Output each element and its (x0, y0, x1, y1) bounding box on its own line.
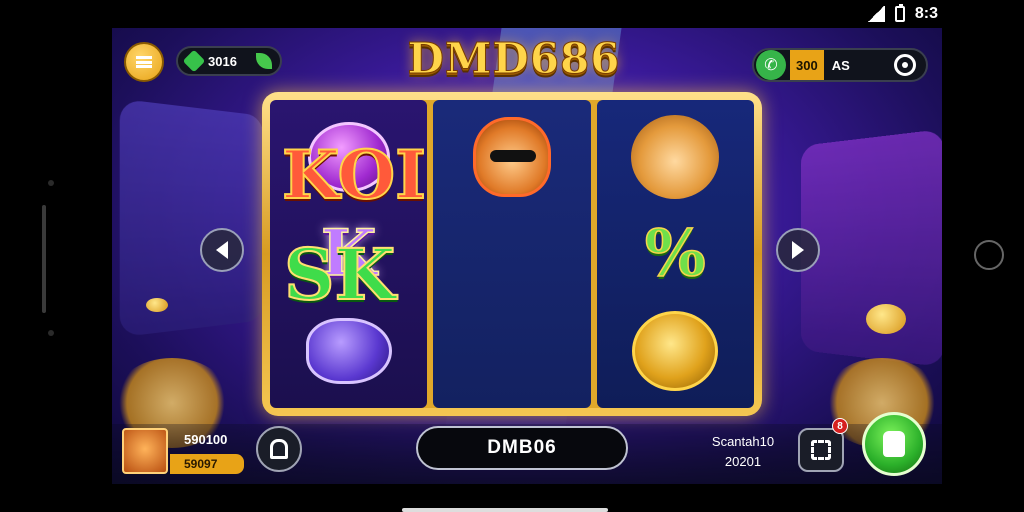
sk-symbol: SK (283, 233, 396, 316)
gem-icon (182, 49, 206, 73)
hand-icon (883, 431, 905, 457)
phone-icon[interactable]: ✆ (756, 50, 786, 80)
balance-value: 3016 (208, 53, 237, 69)
player-avatar[interactable] (122, 428, 168, 474)
game-screen: 3016 DMD686 ✆ 300 AS K % KOI SK 590100 5… (112, 28, 942, 484)
reel-3: % (596, 100, 754, 408)
player-value-1: 590100 (184, 432, 228, 447)
game-logo: DMD686 (407, 34, 621, 84)
background-machine-left (119, 98, 264, 338)
signal-icon (866, 6, 885, 22)
purple-orb-symbol (301, 306, 397, 396)
status-bar: 8:3 (866, 4, 938, 24)
coin-icon (866, 304, 906, 334)
target-icon[interactable] (894, 54, 916, 76)
play-button[interactable] (862, 412, 926, 476)
menu-button[interactable] (124, 42, 164, 82)
right-stats-line-1: Scantah10 (711, 434, 775, 449)
prev-button[interactable] (200, 228, 244, 272)
lock-icon (270, 439, 288, 459)
clock: 8:3 (914, 5, 938, 22)
top-right-value-2: AS (831, 57, 850, 73)
right-stats: Scantah10 20201 (698, 432, 788, 472)
top-right-panel[interactable]: ✆ 300 AS (752, 48, 928, 82)
lion-symbol (627, 112, 723, 202)
fullscreen-icon (811, 440, 831, 460)
background-machine-right (800, 128, 942, 368)
device: 8:3 3016 DMD686 ✆ 300 AS K % KOI SK 5901… (0, 0, 1024, 512)
leaf-icon (256, 53, 272, 69)
chevron-right-icon (792, 241, 804, 259)
koi-symbol: KOI (281, 136, 427, 214)
gesture-bar[interactable] (402, 508, 608, 512)
bottom-bar: 590100 59097 DMB06 Scantah10 20201 8 (112, 412, 942, 484)
player-stats: 590100 59097 (170, 430, 244, 474)
balance-pill[interactable]: 3016 (176, 46, 282, 76)
percent-symbol: % (644, 215, 706, 291)
side-button (42, 205, 46, 313)
battery-icon (894, 4, 905, 22)
player-value-2: 59097 (170, 454, 244, 474)
home-button[interactable] (974, 240, 1004, 270)
right-stats-line-2: 20201 (724, 454, 762, 469)
sensor-dot (48, 330, 54, 336)
next-button[interactable] (776, 228, 820, 272)
gold-coins-symbol (627, 306, 723, 396)
top-right-value-1: 300 (790, 50, 824, 80)
chevron-left-icon (216, 241, 228, 259)
coin-icon (146, 298, 168, 312)
fox-cat-symbol (464, 112, 560, 202)
menu-icon (136, 56, 152, 68)
spin-button[interactable]: DMB06 (416, 426, 628, 470)
reel-2 (433, 100, 591, 408)
lock-button[interactable] (256, 426, 302, 472)
camera-dot (48, 180, 54, 186)
notification-badge: 8 (832, 418, 848, 434)
fullscreen-button[interactable] (798, 428, 844, 472)
